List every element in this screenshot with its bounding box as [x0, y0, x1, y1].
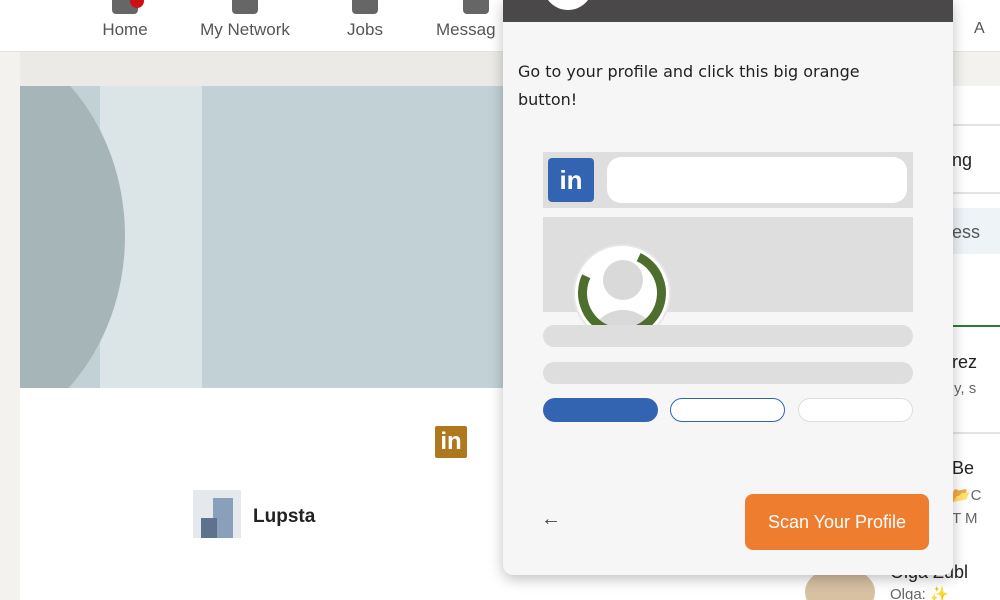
nav-jobs-label: Jobs — [347, 20, 383, 39]
nav-partial-label: A — [974, 20, 985, 37]
company-logo-block — [201, 518, 217, 538]
scan-profile-button[interactable]: Scan Your Profile — [745, 494, 929, 550]
back-arrow-icon[interactable]: ← — [541, 508, 561, 531]
message-icon — [463, 0, 489, 14]
sidebar-heading-fragment: ng — [952, 150, 973, 170]
page-gap — [20, 52, 580, 86]
sidebar-person-headline-fragment: 📂C — [952, 487, 982, 504]
nav-home-label: Home — [102, 20, 148, 39]
mock-primary-button — [543, 398, 658, 422]
briefcase-icon — [352, 0, 378, 14]
extension-popup: Go to your profile and click this big or… — [503, 0, 953, 575]
nav-jobs[interactable]: Jobs — [340, 0, 390, 52]
linkedin-logo-icon[interactable]: in — [435, 426, 467, 458]
company-name[interactable]: Lupsta — [253, 506, 315, 528]
popup-logo-icon — [543, 0, 593, 10]
sidebar-divider — [950, 192, 1000, 194]
sidebar-person-headline-fragment: Olga: ✨ — [890, 586, 949, 600]
popup-header — [503, 0, 953, 22]
sidebar-person-name-fragment[interactable]: Be — [952, 458, 974, 479]
sidebar-person-headline-fragment: T M — [952, 510, 978, 527]
sidebar-person-headline-fragment: y, s — [954, 380, 977, 397]
mock-search-bar — [607, 157, 907, 203]
mock-text-line — [543, 362, 913, 384]
sidebar-person-name-fragment[interactable]: rez — [952, 352, 977, 373]
company-logo[interactable] — [193, 490, 241, 538]
popup-instruction: Go to your profile and click this big or… — [518, 62, 860, 109]
sidebar-tab-fragment[interactable]: ess — [952, 222, 980, 243]
mock-text-line — [543, 325, 913, 347]
nav-my-network-label: My Network — [200, 20, 290, 39]
sidebar-divider — [950, 124, 1000, 126]
network-icon — [232, 0, 258, 14]
sidebar-divider — [950, 432, 1000, 434]
sidebar-active-underline — [950, 325, 1000, 327]
nav-my-network[interactable]: My Network — [192, 0, 298, 52]
screen: Home My Network Jobs Messag A in Lupsta … — [0, 0, 1000, 600]
mock-linkedin-logo-icon: in — [548, 158, 594, 202]
profile-banner — [20, 86, 580, 388]
mock-outline-button — [670, 398, 785, 422]
nav-home[interactable]: Home — [94, 0, 156, 52]
mock-plain-button — [798, 398, 913, 422]
